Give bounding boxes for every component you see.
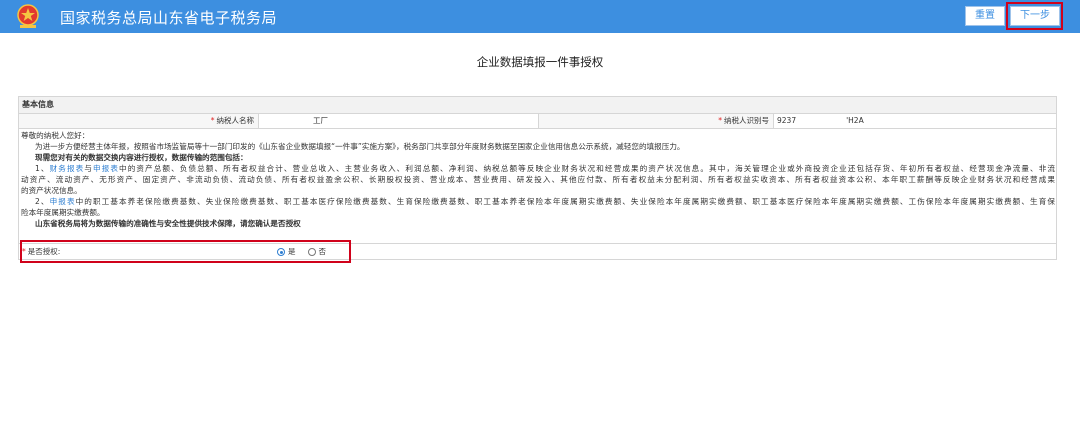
required-mark: * [210,116,215,125]
confirm-text: 山东省税务局将为数据传输的准确性与安全性提供技术保障，请您确认是否授权 [35,219,301,228]
item1-line2: 动资产、流动资产、无形资产、固定资产、非流动负债、流动负债、所有者权益盈余公积、… [21,175,1055,184]
required-mark: * [718,116,722,125]
notice-text: 尊敬的纳税人您好： 为进一步方便经营主体年报，按照省市场监管局等十一部门印发的《… [21,130,1055,229]
required-mark: * [22,247,26,256]
site-title: 国家税务总局山东省电子税务局 [60,9,278,27]
radio-yes-label: 是 [288,247,296,256]
consent-yes-option[interactable]: 是 [277,244,296,260]
radio-yes[interactable] [277,248,285,256]
consent-label: * 是否授权: [22,247,61,256]
taxpayer-name-label: * 纳税人名称 [19,114,259,128]
section-title: 基本信息 [19,97,1056,114]
tax-emblem-icon [14,3,42,30]
item1-line1: 1、财务报表与申报表中的资产总额、负债总额、所有者权益合计、营业总收入、主营业务… [35,164,1056,173]
consent-radio-group: 是 否 [277,244,326,260]
item2-line1: 2、申报表中的职工基本养老保险缴费基数、失业保险缴费基数、职工基本医疗保险缴费基… [35,197,1055,206]
taxpayer-info-row: * 纳税人名称 工厂 * 纳税人识别号 9237 'H2A [19,114,1056,129]
item1-line3: 的资产状况信息。 [21,186,82,195]
taxpayer-name-value: 工厂 [259,114,539,128]
scope-heading: 现需您对有关的数据交换内容进行授权，数据传输的范围包括： [35,153,248,162]
radio-no-label: 否 [318,247,327,256]
authorization-panel: 基本信息 * 纳税人名称 工厂 * 纳税人识别号 9237 'H2A 尊敬的纳税人您好… [18,96,1057,260]
page-title: 企业数据填报一件事授权 [476,55,604,69]
top-header: 国家税务总局山东省电子税务局 重置 下一步 [0,0,1080,33]
greeting: 尊敬的纳税人您好： [21,131,90,140]
consent-row: * 是否授权: 是 否 [19,243,1056,260]
taxpayer-id-value: 9237 'H2A [777,116,864,125]
financial-statement-link[interactable]: 财务报表 [50,164,85,173]
next-step-button[interactable]: 下一步 [1010,6,1060,26]
declaration-form-link-2[interactable]: 申报表 [50,197,76,206]
consent-no-option[interactable]: 否 [307,244,327,260]
declaration-form-link[interactable]: 申报表 [93,164,119,173]
intro-paragraph: 为进一步方便经营主体年报，按照省市场监管局等十一部门印发的《山东省企业数据填报“… [35,142,685,151]
reset-button[interactable]: 重置 [965,6,1005,26]
radio-no[interactable] [307,248,316,256]
item2-line2: 险本年度属期实缴费额。 [21,208,105,217]
taxpayer-id-label: * 纳税人识别号 [539,114,774,128]
